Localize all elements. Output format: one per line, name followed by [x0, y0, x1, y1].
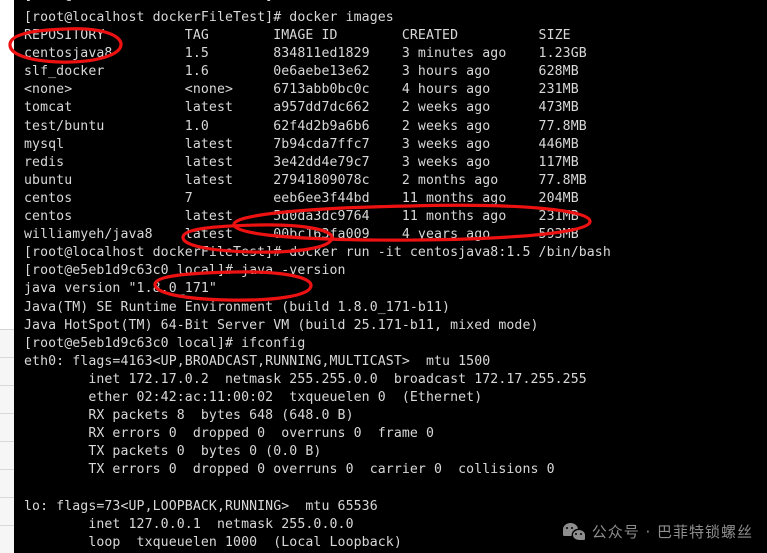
table-row: centos latest 5d0da3dc9764 11 months ago…	[24, 209, 579, 225]
table-row: centos 7 eeb6ee3f44bd 11 months ago 204M…	[24, 190, 579, 206]
terminal-line: [root@localhost dockerFileTest]# docker …	[24, 10, 394, 25]
terminal-line: Java(TM) SE Runtime Environment (build 1…	[24, 299, 451, 315]
terminal-line-command: [root@e5eb1d9c63c0 local]# ifconfig	[24, 335, 306, 351]
terminal-line-command: [root@localhost dockerFileTest]# docker …	[24, 245, 611, 261]
terminal-line: TX errors 0 dropped 0 overruns 0 carrier…	[24, 462, 555, 478]
gutter-row	[0, 498, 14, 526]
terminal-screenshot: [root@localhost dockerFileTest]# [root@l…	[0, 0, 767, 553]
table-row: redis latest 3e42dd4e79c7 3 weeks ago 11…	[24, 154, 579, 170]
gutter-row	[0, 358, 14, 386]
gutter-row	[0, 414, 14, 442]
table-row: tomcat latest a957dd7dc662 2 weeks ago 4…	[24, 100, 579, 116]
watermark: 公众号 · 巴菲特锁螺丝	[562, 521, 753, 542]
terminal-line: TX packets 0 bytes 0 (0.0 B)	[24, 444, 322, 460]
watermark-text: 公众号 · 巴菲特锁螺丝	[591, 523, 753, 541]
table-row: ubuntu latest 27941809078c 2 months ago …	[24, 172, 587, 188]
terminal-line: ether 02:42:ac:11:00:02 txqueuelen 0 (Et…	[24, 389, 483, 405]
terminal-line: RX packets 8 bytes 648 (648.0 B)	[24, 408, 354, 424]
terminal-line: eth0: flags=4163<UP,BROADCAST,RUNNING,MU…	[24, 353, 491, 369]
terminal-line: [root@localhost dockerFileTest]#	[14, 0, 767, 9]
terminal-line-header: REPOSITORY TAG IMAGE ID CREATED SIZE	[24, 28, 571, 44]
gutter-row-list	[0, 329, 14, 553]
terminal-output[interactable]: [root@localhost dockerFileTest]# [root@l…	[14, 0, 767, 553]
wechat-icon	[562, 523, 585, 540]
gutter-row	[0, 470, 14, 498]
gutter-row	[0, 386, 14, 414]
left-gutter	[0, 0, 14, 553]
table-row: <none> <none> 6713abb0bc0c 4 hours ago 2…	[24, 82, 579, 98]
table-row: test/buntu 1.0 62f4d2b9a6b6 2 weeks ago …	[24, 118, 587, 134]
terminal-line: RX errors 0 dropped 0 overruns 0 frame 0	[24, 426, 435, 442]
terminal-line: Java HotSpot(TM) 64-Bit Server VM (build…	[24, 317, 539, 333]
terminal-line-command: [root@e5eb1d9c63c0 local]# java -version	[24, 263, 346, 279]
gutter-row	[0, 526, 14, 553]
gutter-row	[0, 442, 14, 470]
terminal-line: java version "1.8.0_171"	[24, 281, 217, 297]
table-row: slf_docker 1.6 0e6aebe13e62 3 hours ago …	[24, 64, 579, 80]
terminal-line: inet 172.17.0.2 netmask 255.255.0.0 broa…	[24, 371, 587, 387]
table-row: centosjava8 1.5 834811ed1829 3 minutes a…	[24, 46, 587, 62]
terminal-line: lo: flags=73<UP,LOOPBACK,RUNNING> mtu 65…	[24, 498, 378, 514]
gutter-row	[0, 330, 14, 358]
table-row: mysql latest 7b94cda7ffc7 3 weeks ago 44…	[24, 136, 579, 152]
table-row: williamyeh/java8 latest 00bc163fa009 4 y…	[24, 227, 579, 243]
